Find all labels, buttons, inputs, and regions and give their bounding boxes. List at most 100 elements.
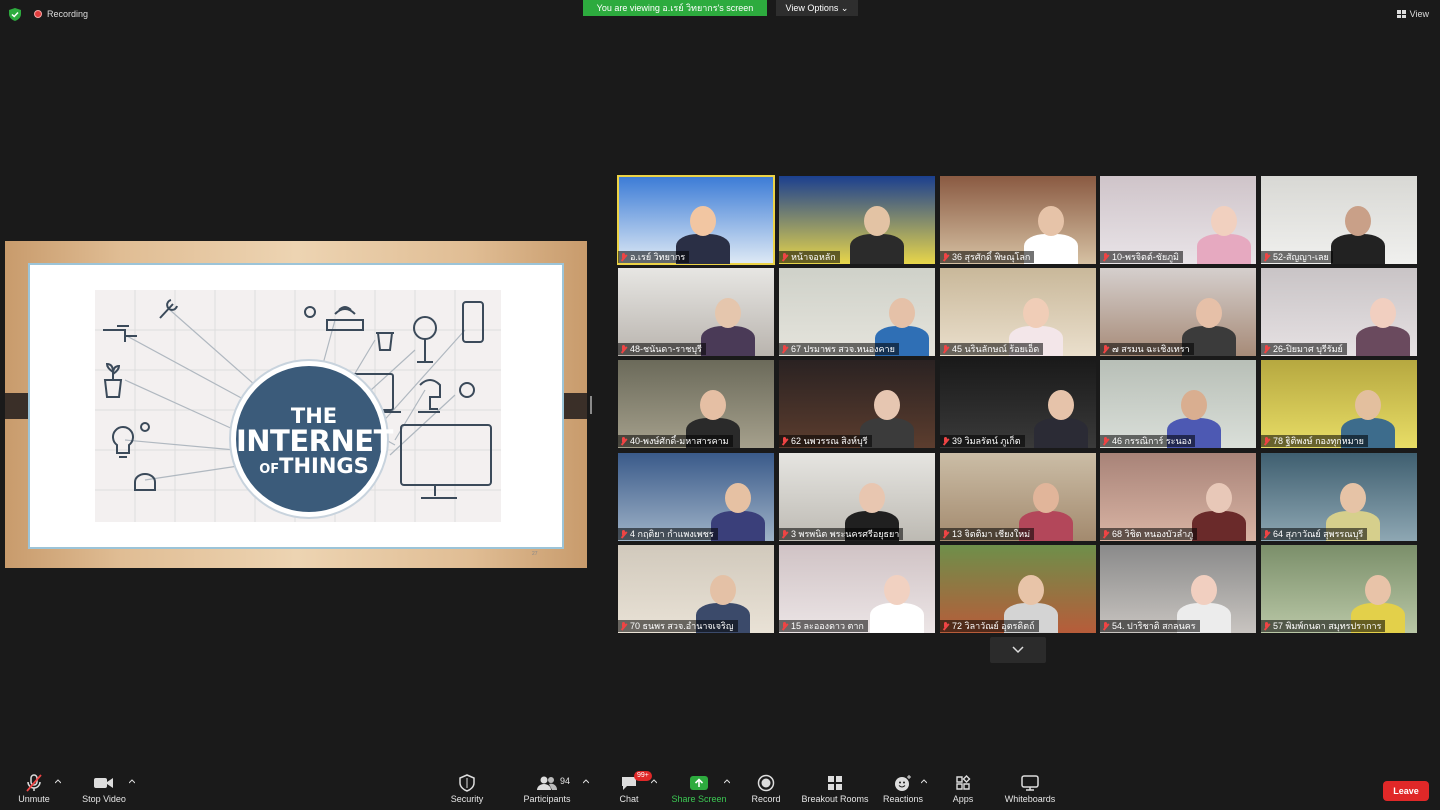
participant-video-tile[interactable]: 4 กฤติยา กำแพงเพชร: [618, 453, 774, 541]
slide-page-number: 27: [532, 551, 538, 557]
split-view-handle[interactable]: [590, 396, 592, 414]
iot-title: THE INTERNET OFTHINGS: [236, 406, 393, 477]
participant-name-label: 70 ธนพร สวจ.อำนาจเจริญ: [618, 620, 738, 632]
participant-video-tile[interactable]: 45 นรินลักษณ์ ร้อยเอ็ด: [940, 268, 1096, 356]
apps-button[interactable]: Apps: [928, 774, 998, 804]
participant-video-feed: [1348, 286, 1417, 356]
participant-name-label: 48-ชนันดา-ราชบุรี: [618, 343, 706, 355]
view-button[interactable]: View: [1396, 9, 1429, 19]
chat-caret-icon[interactable]: [651, 778, 657, 784]
participant-name-label: ๗ สรมน ฉะเชิงเทรา: [1100, 343, 1194, 355]
participant-name-label: อ.เรย์ วิทยากร: [618, 251, 690, 263]
participant-video-tile[interactable]: 67 ปรมาพร สวจ.หนองคาย: [779, 268, 935, 356]
participant-video-tile[interactable]: 39 วิมลรัตน์ ภูเก็ต: [940, 360, 1096, 448]
participant-video-tile[interactable]: 64 สุภาวัณย์ สุพรรณบุรี: [1261, 453, 1417, 541]
participant-video-feed: [842, 194, 912, 264]
audio-options-caret-icon[interactable]: [55, 778, 61, 784]
participant-video-tile[interactable]: 52-สัญญา-เลย: [1261, 176, 1417, 264]
iot-title-circle: THE INTERNET OFTHINGS: [231, 361, 393, 517]
record-icon: [757, 774, 775, 792]
participant-video-tile[interactable]: 46 กรรณิการ์ ระนอง: [1100, 360, 1256, 448]
view-label: View: [1409, 9, 1429, 19]
security-shield-icon: [459, 774, 475, 792]
muted-microphone-icon: [782, 344, 788, 354]
view-options-label: View Options: [785, 3, 839, 13]
participant-name: 40-พงษ์ศักดิ์-มหาสารคาม: [630, 436, 729, 446]
participant-name-label: 40-พงษ์ศักดิ์-มหาสารคาม: [618, 435, 733, 447]
participant-name: 39 วิมลรัตน์ ภูเก็ต: [952, 436, 1021, 446]
participant-video-tile[interactable]: ๗ สรมน ฉะเชิงเทรา: [1100, 268, 1256, 356]
muted-microphone-icon: [1103, 344, 1109, 354]
leave-button[interactable]: Leave: [1383, 781, 1429, 801]
participant-video-tile[interactable]: 3 พรพนิต พระนครศรีอยุธยา: [779, 453, 935, 541]
video-options-caret-icon[interactable]: [129, 778, 135, 784]
breakout-rooms-label: Breakout Rooms: [801, 794, 869, 804]
participant-video-tile[interactable]: 54. ปาริชาติ สกลนคร: [1100, 545, 1256, 633]
participant-video-tile[interactable]: 36 สุรศักดิ์ พิษณุโลก: [940, 176, 1096, 264]
participant-name-label: 39 วิมลรัตน์ ภูเก็ต: [940, 435, 1025, 447]
muted-microphone-icon: [1264, 621, 1270, 631]
reactions-caret-icon[interactable]: [921, 778, 927, 784]
share-screen-caret-icon[interactable]: [724, 778, 730, 784]
participant-name: 68 วิชิต หนองบัวลำภู: [1112, 529, 1194, 539]
participant-video-tile[interactable]: 57 พิมพ์กนดา สมุทรปราการ: [1261, 545, 1417, 633]
participants-caret-icon[interactable]: [583, 778, 589, 784]
participants-label: Participants: [523, 794, 571, 804]
participants-button[interactable]: 94 Participants: [512, 774, 582, 804]
security-button[interactable]: Security: [432, 774, 502, 804]
participant-video-tile[interactable]: 10-พรจิตต์-ชัยภูมิ: [1100, 176, 1256, 264]
apps-label: Apps: [952, 794, 974, 804]
participant-video-tile[interactable]: 72 วิลาวัณย์ อุตรดิตถ์: [940, 545, 1096, 633]
participant-video-feed: [1189, 194, 1256, 264]
shield-icon[interactable]: [9, 8, 21, 21]
muted-microphone-icon: [782, 436, 788, 446]
participant-video-tile[interactable]: 62 นพวรรณ สิงห์บุรี: [779, 360, 935, 448]
participant-video-tile[interactable]: 26-ปิยมาศ บุรีรัมย์: [1261, 268, 1417, 356]
participant-name: 36 สุรศักดิ์ พิษณุโลก: [952, 252, 1031, 262]
gallery-next-page-button[interactable]: [990, 637, 1046, 663]
muted-microphone-icon: [621, 252, 627, 262]
participant-name-label: 26-ปิยมาศ บุรีรัมย์: [1261, 343, 1347, 355]
participant-video-feed: [1323, 194, 1393, 264]
participant-video-tile[interactable]: อ.เรย์ วิทยากร: [617, 175, 775, 265]
recording-indicator[interactable]: Recording: [34, 9, 88, 19]
video-camera-icon: [94, 778, 113, 788]
participant-name: 4 กฤติยา กำแพงเพชร: [630, 529, 714, 539]
participant-name: ๗ สรมน ฉะเชิงเทรา: [1112, 344, 1190, 354]
whiteboard-icon: [1021, 775, 1039, 791]
participant-video-tile[interactable]: 40-พงษ์ศักดิ์-มหาสารคาม: [618, 360, 774, 448]
participant-name: 26-ปิยมาศ บุรีรัมย์: [1273, 344, 1343, 354]
record-label: Record: [751, 794, 781, 804]
participant-video-tile[interactable]: หน้าจอหลัก: [779, 176, 935, 264]
record-button[interactable]: Record: [731, 774, 801, 804]
muted-microphone-icon: [943, 252, 949, 262]
breakout-rooms-button[interactable]: Breakout Rooms: [800, 774, 870, 804]
participant-name: 54. ปาริชาติ สกลนคร: [1112, 621, 1196, 631]
shared-screen: THE INTERNET OFTHINGS 27: [5, 241, 587, 568]
view-options-button[interactable]: View Options ⌄: [776, 0, 858, 16]
participant-name: 3 พรพนิต พระนครศรีอยุธยา: [791, 529, 900, 539]
participant-video-tile[interactable]: 13 จิตติมา เชียงใหม่: [940, 453, 1096, 541]
participant-video-tile[interactable]: 70 ธนพร สวจ.อำนาจเจริญ: [618, 545, 774, 633]
share-screen-label: Share Screen: [671, 794, 727, 804]
participant-video-tile[interactable]: 78 ฐิติพงษ์ กองทุกหมาย: [1261, 360, 1417, 448]
chat-unread-badge: 99+: [634, 771, 652, 781]
participant-name-label: 57 พิมพ์กนดา สมุทรปราการ: [1261, 620, 1386, 632]
participant-name: 15 ละอองดาว ตาก: [791, 621, 864, 631]
participant-video-tile[interactable]: 48-ชนันดา-ราชบุรี: [618, 268, 774, 356]
participant-name: 70 ธนพร สวจ.อำนาจเจริญ: [630, 621, 734, 631]
muted-microphone-icon: [943, 344, 949, 354]
slide-illustration: THE INTERNET OFTHINGS: [95, 290, 501, 522]
participant-video-tile[interactable]: 15 ละอองดาว ตาก: [779, 545, 935, 633]
participant-video-tile[interactable]: 68 วิชิต หนองบัวลำภู: [1100, 453, 1256, 541]
muted-microphone-icon: [26, 774, 42, 792]
muted-microphone-icon: [782, 621, 788, 631]
top-bar: Recording You are viewing อ.เรย์ วิทยากร…: [0, 0, 1440, 30]
participant-name-label: 45 นรินลักษณ์ ร้อยเอ็ด: [940, 343, 1044, 355]
muted-microphone-icon: [1103, 529, 1109, 539]
participant-name: 64 สุภาวัณย์ สุพรรณบุรี: [1273, 529, 1364, 539]
participant-video-feed: [1026, 378, 1096, 448]
meeting-toolbar: Unmute Stop Video Security 94 Participan…: [0, 770, 1440, 810]
whiteboards-button[interactable]: Whiteboards: [995, 774, 1065, 804]
muted-microphone-icon: [1264, 344, 1270, 354]
